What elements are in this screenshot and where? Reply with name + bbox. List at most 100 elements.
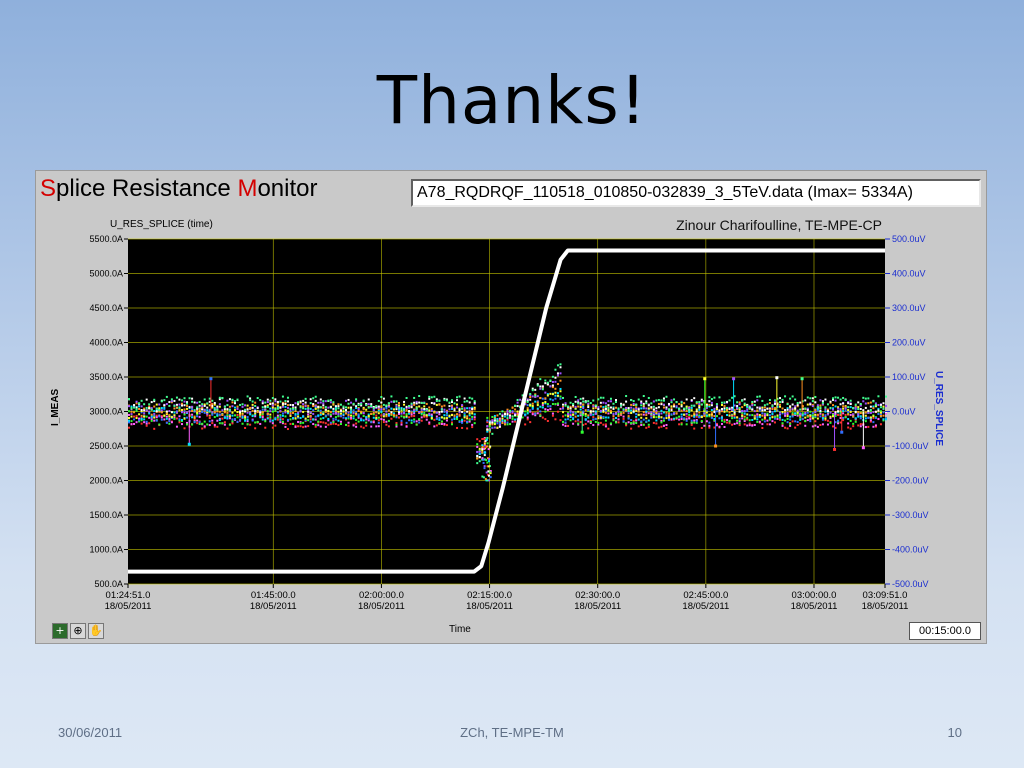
noise-point (652, 408, 655, 411)
noise-point (319, 409, 322, 412)
noise-point (170, 398, 173, 401)
noise-point (554, 376, 557, 379)
noise-point (148, 403, 151, 406)
noise-point (809, 403, 812, 406)
noise-point (256, 411, 259, 414)
noise-point (327, 406, 330, 409)
noise-point (852, 422, 855, 425)
x-tick-time-label: 02:15:00.0 (467, 590, 512, 601)
pan-tool-icon[interactable]: ✋ (88, 623, 104, 639)
noise-point (781, 398, 784, 401)
noise-point (796, 420, 799, 423)
noise-point (208, 414, 211, 417)
noise-point (806, 396, 809, 399)
cursor-tool-icon[interactable]: + (52, 623, 68, 639)
noise-point (637, 418, 640, 421)
noise-point (657, 415, 660, 418)
noise-point (256, 420, 259, 423)
noise-point (584, 401, 587, 404)
noise-point (183, 427, 186, 430)
noise-point (327, 412, 330, 415)
noise-point (506, 417, 509, 420)
noise-point (539, 414, 542, 417)
noise-point (645, 400, 648, 403)
noise-point (743, 402, 746, 405)
noise-point (246, 408, 249, 411)
noise-point (463, 412, 466, 415)
noise-point (859, 415, 862, 418)
noise-point (710, 404, 713, 407)
noise-point (857, 424, 860, 427)
noise-point (284, 409, 287, 412)
noise-point (526, 409, 529, 412)
x-tick-time-label: 03:00:00.0 (792, 590, 837, 601)
noise-point (609, 406, 612, 409)
noise-point (445, 410, 448, 413)
noise-point (688, 409, 691, 412)
noise-point (337, 419, 340, 422)
noise-point (228, 417, 231, 420)
noise-point (380, 408, 383, 411)
noise-point (163, 414, 166, 417)
noise-point (430, 401, 433, 404)
noise-point (158, 423, 161, 426)
noise-point (491, 426, 494, 429)
noise-point (544, 408, 547, 411)
noise-point (536, 412, 539, 415)
noise-point (226, 427, 229, 430)
noise-point (445, 424, 448, 427)
noise-point (539, 410, 542, 413)
noise-point (415, 420, 418, 423)
noise-point (170, 421, 173, 424)
noise-point (705, 411, 708, 414)
time-interval-field[interactable]: 00:15:00.0 (909, 622, 981, 640)
noise-point (859, 408, 862, 411)
noise-point (478, 440, 481, 443)
noise-point (251, 406, 254, 409)
noise-point (251, 409, 254, 412)
noise-point (607, 416, 610, 419)
noise-point (180, 418, 183, 421)
noise-point (869, 416, 872, 419)
noise-point (665, 411, 668, 414)
noise-point (244, 426, 247, 429)
noise-point (756, 409, 759, 412)
noise-point (329, 405, 332, 408)
noise-point (128, 410, 130, 413)
noise-point (607, 404, 610, 407)
noise-point (859, 425, 862, 428)
noise-point (572, 418, 575, 421)
noise-point (352, 424, 355, 427)
noise-point (779, 405, 782, 408)
noise-point (140, 409, 143, 412)
noise-point (834, 405, 837, 408)
zoom-tool-icon[interactable]: ⊕ (70, 623, 86, 639)
noise-point (768, 410, 771, 413)
noise-point (723, 407, 726, 410)
noise-point (632, 410, 635, 413)
chart-svg[interactable]: 5500.0A5000.0A4500.0A4000.0A3500.0A3000.… (36, 171, 986, 643)
noise-point (244, 410, 247, 413)
noise-point (864, 397, 867, 400)
noise-point (635, 419, 638, 422)
noise-point (738, 410, 741, 413)
noise-point (286, 412, 289, 415)
noise-point (574, 395, 577, 398)
noise-point (327, 417, 330, 420)
noise-point (551, 403, 554, 406)
noise-point (801, 417, 804, 420)
noise-point (869, 401, 872, 404)
noise-point (302, 410, 305, 413)
noise-point (847, 410, 850, 413)
noise-point (516, 410, 519, 413)
noise-point (314, 415, 317, 418)
noise-point (339, 423, 342, 426)
noise-point (201, 427, 204, 430)
noise-point (859, 423, 862, 426)
noise-point (380, 395, 383, 398)
noise-point (662, 406, 665, 409)
noise-point (529, 421, 532, 424)
noise-point (599, 409, 602, 412)
noise-point (463, 397, 466, 400)
noise-point (693, 419, 696, 422)
